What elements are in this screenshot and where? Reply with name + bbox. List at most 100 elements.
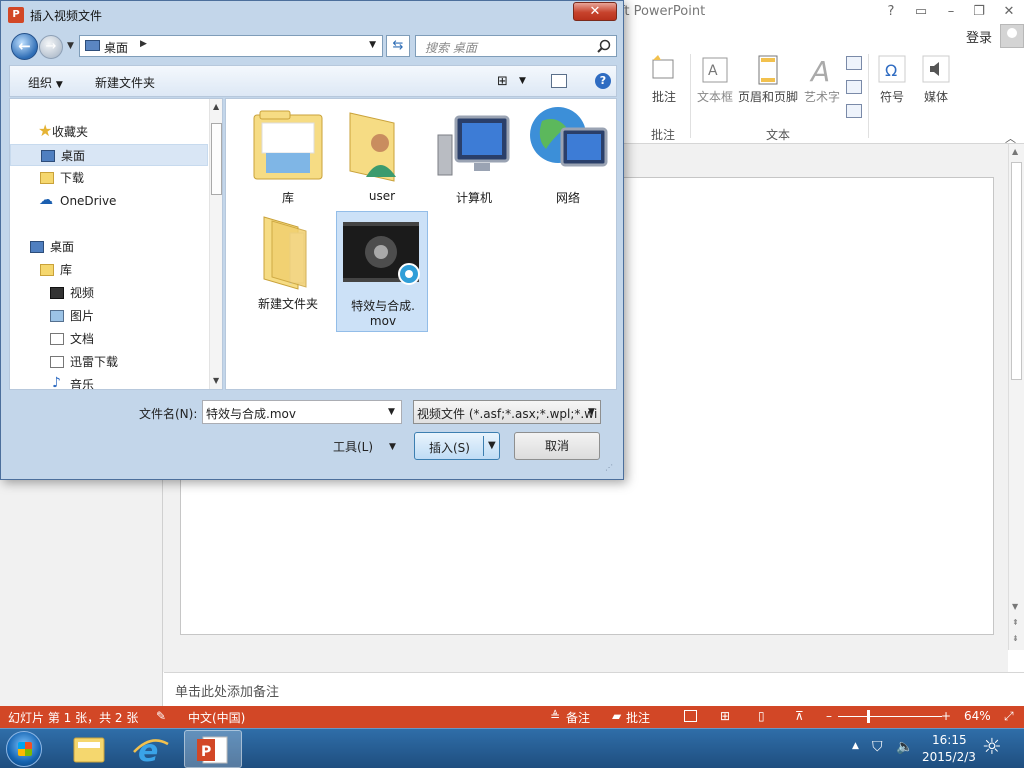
comment-status-icon[interactable]: ▰ xyxy=(612,709,621,723)
search-icon[interactable] xyxy=(597,39,611,53)
file-item-libraries[interactable]: 库 xyxy=(242,105,334,209)
forward-button[interactable]: → xyxy=(39,35,63,59)
object-icon[interactable] xyxy=(846,104,862,118)
show-hidden-icons-icon[interactable]: ▲ xyxy=(852,741,859,751)
dialog-titlebar[interactable]: P 插入视频文件 ✕ xyxy=(1,1,623,29)
nav-pictures[interactable]: 图片 xyxy=(10,305,208,327)
address-bar[interactable]: 桌面 ▶ ▼ xyxy=(79,35,383,57)
wordart-button[interactable]: A 艺术字 xyxy=(802,48,842,105)
reading-view-icon[interactable]: ▯ xyxy=(758,709,765,723)
nav-videos[interactable]: 视频 xyxy=(10,282,208,304)
media-button[interactable]: 媒体 xyxy=(916,48,956,105)
nav-onedrive[interactable]: ☁ OneDrive xyxy=(10,190,208,212)
comment-button[interactable]: 批注 xyxy=(644,48,684,105)
chevron-down-icon[interactable]: ▼ xyxy=(389,442,396,452)
tools-button[interactable]: 工具(L) xyxy=(333,438,373,455)
scroll-down-icon[interactable]: ▼ xyxy=(1012,602,1018,611)
textbox-button[interactable]: A 文本框 xyxy=(695,48,735,105)
scroll-up-icon[interactable]: ▲ xyxy=(213,102,219,111)
prev-slide-icon[interactable]: ⇞ xyxy=(1012,618,1019,627)
proofing-icon[interactable]: ✎ xyxy=(156,709,166,723)
notes-toggle[interactable]: 备注 xyxy=(566,709,590,726)
chevron-down-icon[interactable]: ▼ xyxy=(369,40,376,50)
chevron-down-icon[interactable]: ▼ xyxy=(519,76,526,86)
scroll-up-icon[interactable]: ▲ xyxy=(1012,147,1018,156)
nav-music[interactable]: ♪ 音乐 xyxy=(10,374,208,389)
back-button[interactable]: ← xyxy=(11,33,38,60)
login-link[interactable]: 登录 xyxy=(966,27,992,46)
help-icon[interactable]: ? xyxy=(595,73,611,89)
explorer-taskbar-button[interactable] xyxy=(60,730,118,768)
filetype-select[interactable]: 视频文件 (*.asf;*.asx;*.wpl;*.wi xyxy=(413,400,601,424)
file-item-network[interactable]: 网络 xyxy=(522,105,614,209)
nav-libraries[interactable]: 库 xyxy=(10,259,208,281)
new-folder-button[interactable]: 新建文件夹 xyxy=(95,74,155,91)
header-footer-button[interactable]: 页眉和页脚 xyxy=(737,48,799,105)
avatar[interactable] xyxy=(1000,24,1024,48)
scroll-down-icon[interactable]: ▼ xyxy=(213,376,219,385)
scroll-thumb[interactable] xyxy=(1011,162,1022,380)
slide-sorter-icon[interactable]: ⊞ xyxy=(720,709,730,723)
view-options-icon[interactable]: ⊞ xyxy=(497,74,508,89)
nav-downloads[interactable]: 下载 xyxy=(10,167,208,189)
chevron-down-icon[interactable]: ▼ xyxy=(388,407,395,417)
volume-icon[interactable]: 🔈 xyxy=(896,739,913,755)
brightness-icon[interactable]: ☼ xyxy=(982,735,1002,760)
clock-date[interactable]: 2015/2/3 xyxy=(922,750,976,764)
breadcrumb-arrow-icon[interactable]: ▶ xyxy=(140,39,147,49)
nav-favorites[interactable]: ★ 收藏夹 xyxy=(10,121,208,143)
symbol-button[interactable]: Ω 符号 xyxy=(872,48,912,105)
file-item-new-folder[interactable]: 新建文件夹 xyxy=(242,211,334,315)
fit-to-window-icon[interactable]: ⤢ xyxy=(1004,709,1014,724)
preview-pane-icon[interactable] xyxy=(551,74,567,88)
help-icon[interactable]: ? xyxy=(880,2,902,22)
date-time-icon[interactable] xyxy=(846,56,862,70)
restore-icon[interactable]: ❐ xyxy=(968,2,990,22)
scroll-thumb[interactable] xyxy=(211,123,222,195)
ie-taskbar-button[interactable]: e xyxy=(122,730,180,768)
organize-button[interactable]: 组织 ▼ xyxy=(28,74,63,91)
notes-placeholder: 单击此处添加备注 xyxy=(175,685,280,700)
shield-icon[interactable]: ⛉ xyxy=(872,739,883,755)
next-slide-icon[interactable]: ⇟ xyxy=(1012,634,1019,643)
search-input[interactable]: 搜索 桌面 xyxy=(415,35,617,57)
file-item-video[interactable]: 特效与合成. mov xyxy=(336,211,428,332)
slideshow-icon[interactable]: ⊼ xyxy=(795,709,804,723)
insert-button[interactable]: 插入(S) ▼ xyxy=(414,432,500,460)
nav-desktop-favorite[interactable]: 桌面 xyxy=(10,144,208,166)
notes-icon[interactable]: ≜ xyxy=(550,709,560,723)
start-button[interactable] xyxy=(6,731,42,767)
nav-desktop[interactable]: 桌面 xyxy=(10,236,208,258)
zoom-slider[interactable] xyxy=(838,716,942,717)
recent-locations-icon[interactable]: ▼ xyxy=(67,41,74,51)
desktop-icon xyxy=(85,40,100,51)
vertical-scrollbar[interactable]: ▲ ▼ ⇞ ⇟ xyxy=(1008,144,1024,650)
clock-time[interactable]: 16:15 xyxy=(932,733,967,747)
zoom-in-icon[interactable]: + xyxy=(941,709,951,723)
chevron-down-icon[interactable]: ▼ xyxy=(488,440,496,451)
ribbon-display-icon[interactable]: ▭ xyxy=(910,2,932,22)
nav-thunder-downloads[interactable]: 迅雷下载 xyxy=(10,351,208,373)
normal-view-icon[interactable] xyxy=(684,710,697,722)
notes-pane[interactable]: 单击此处添加备注 xyxy=(164,672,1024,706)
comments-toggle[interactable]: 批注 xyxy=(626,709,650,726)
chevron-down-icon[interactable]: ▼ xyxy=(588,407,595,417)
file-item-computer[interactable]: 计算机 xyxy=(428,105,520,209)
zoom-out-icon[interactable]: – xyxy=(826,709,832,723)
resize-grip-icon[interactable]: ⋰ xyxy=(605,463,613,472)
language-status[interactable]: 中文(中国) xyxy=(188,709,245,726)
powerpoint-taskbar-button[interactable]: P xyxy=(184,730,242,768)
slide-number-icon[interactable] xyxy=(846,80,862,94)
nav-documents[interactable]: 文档 xyxy=(10,328,208,350)
minimize-icon[interactable]: – xyxy=(940,2,962,22)
zoom-level[interactable]: 64% xyxy=(964,709,991,723)
refresh-button[interactable]: ⇆ xyxy=(386,35,410,57)
filename-input[interactable]: 特效与合成.mov xyxy=(202,400,402,424)
close-icon[interactable]: ✕ xyxy=(998,2,1020,22)
navigation-scrollbar[interactable]: ▲ ▼ xyxy=(209,99,222,389)
dialog-close-button[interactable]: ✕ xyxy=(573,2,617,21)
breadcrumb[interactable]: 桌面 xyxy=(104,39,128,56)
cancel-button[interactable]: 取消 xyxy=(514,432,600,460)
zoom-slider-thumb[interactable] xyxy=(867,710,870,723)
file-item-user[interactable]: user xyxy=(336,105,428,209)
